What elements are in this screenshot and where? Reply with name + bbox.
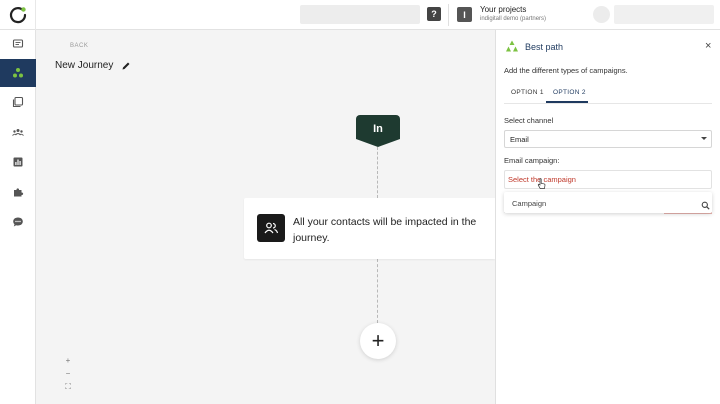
sidebar-item-campaigns[interactable] (0, 88, 36, 116)
mouse-cursor-icon (537, 178, 546, 193)
tab-option-2[interactable]: OPTION 2 (553, 89, 586, 96)
sidebar-item-journeys[interactable] (0, 59, 36, 87)
tabs-divider (504, 103, 712, 104)
back-link[interactable]: BACK (70, 43, 88, 49)
zoom-out-button[interactable]: − (66, 367, 71, 380)
sidebar-item-plugins[interactable] (0, 178, 36, 206)
campaign-label: Email campaign: (504, 156, 560, 165)
project-selector-title[interactable]: Your projects (480, 5, 526, 14)
contacts-icon (257, 214, 285, 242)
search-icon[interactable] (701, 199, 710, 213)
audience-icon (12, 129, 24, 136)
project-selector-subtitle: indigitall demo (partners) (480, 16, 547, 22)
journey-title: New Journey (55, 60, 114, 71)
user-avatar[interactable] (593, 6, 610, 23)
channel-select-value: Email (510, 135, 529, 144)
panel-title: Best path (525, 42, 564, 52)
fit-view-button[interactable]: ⛶ (65, 380, 71, 393)
sidebar-item-statistics[interactable] (0, 148, 36, 176)
sidebar-item-audience[interactable] (0, 118, 36, 146)
top-bar: ? I Your projects indigitall demo (partn… (0, 0, 720, 30)
close-panel-button[interactable]: × (705, 40, 711, 52)
user-menu[interactable] (614, 5, 714, 24)
entry-info-text: All your contacts will be impacted in th… (293, 216, 477, 244)
connector-line (377, 147, 378, 198)
chat-icon (12, 39, 24, 48)
chat-bubble-icon (13, 217, 23, 227)
sidebar (0, 30, 36, 404)
sidebar-item-messages[interactable] (0, 30, 36, 58)
help-button[interactable]: ? (427, 7, 441, 21)
logo-icon (9, 7, 26, 24)
in-node[interactable]: In (356, 115, 400, 143)
add-step-button[interactable]: + (360, 323, 396, 359)
channel-label: Select channel (504, 116, 554, 125)
stats-icon (13, 157, 23, 167)
topbar-divider (448, 4, 449, 26)
journey-icon (13, 68, 23, 78)
global-search-input[interactable] (300, 5, 420, 24)
sidebar-item-chat[interactable] (0, 208, 36, 236)
active-tab-indicator (546, 101, 588, 103)
tab-option-1[interactable]: OPTION 1 (511, 89, 544, 96)
connector-line (377, 259, 378, 323)
panel-description: Add the different types of campaigns. (504, 66, 628, 75)
campaigns-icon (12, 96, 24, 108)
best-path-panel (495, 30, 720, 404)
campaign-search-input[interactable]: Campaign (512, 199, 546, 208)
best-path-icon (505, 40, 519, 56)
project-badge[interactable]: I (457, 7, 472, 22)
chevron-down-icon (701, 137, 707, 140)
edit-title-button[interactable] (121, 60, 131, 74)
zoom-in-button[interactable]: + (66, 354, 71, 367)
app-logo[interactable] (0, 0, 36, 30)
channel-select[interactable] (504, 130, 712, 148)
pencil-icon (122, 62, 130, 70)
zoom-controls: + − ⛶ (62, 354, 74, 393)
plugins-icon (14, 188, 24, 197)
